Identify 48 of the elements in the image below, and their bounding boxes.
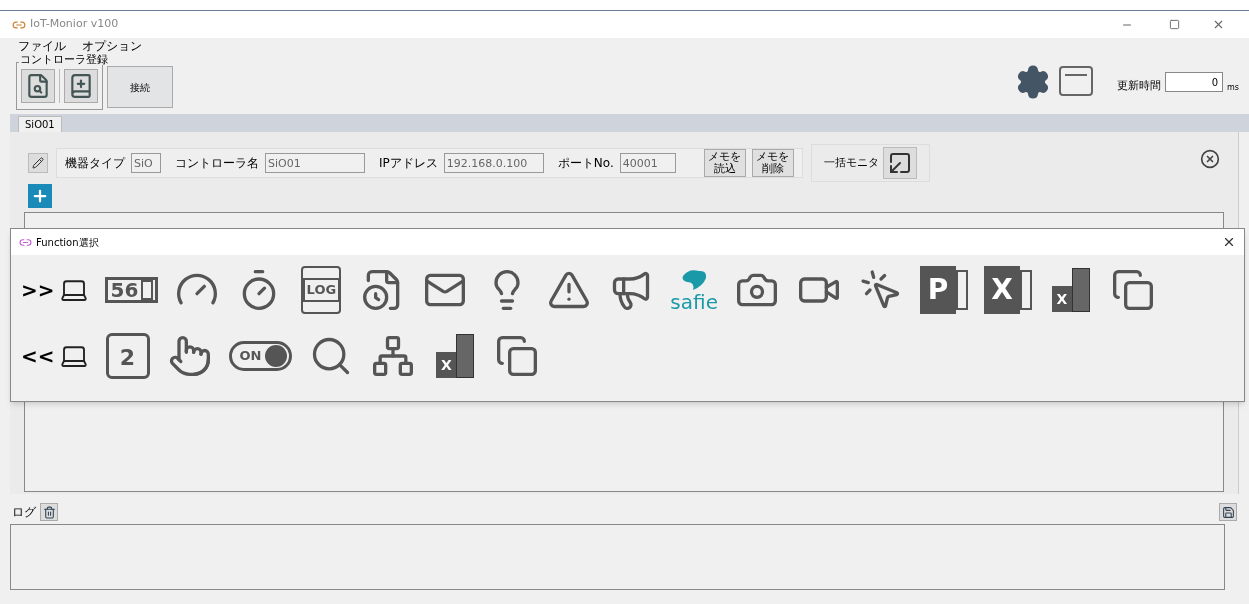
menu-item[interactable]: オプション bbox=[82, 37, 142, 55]
search-controller-button[interactable] bbox=[21, 69, 55, 103]
trash-icon bbox=[42, 505, 56, 519]
save-log-button[interactable] bbox=[1219, 503, 1237, 521]
book-spreadsheet-button[interactable]: X bbox=[428, 329, 483, 383]
add-controller-button[interactable] bbox=[64, 69, 98, 103]
on-switch-button[interactable]: ON bbox=[224, 329, 297, 383]
edit-button[interactable] bbox=[28, 153, 48, 173]
log-label: ログ bbox=[12, 504, 36, 521]
field-input[interactable]: SiO bbox=[131, 153, 161, 173]
close-panel-icon[interactable] bbox=[1200, 149, 1220, 169]
send-to-pc-button[interactable]: >> bbox=[17, 263, 93, 317]
field-input[interactable]: SiO01 bbox=[265, 153, 365, 173]
group-legend: コントローラ登録 bbox=[19, 54, 109, 65]
update-time-field[interactable]: 0 bbox=[1165, 72, 1224, 92]
field-label: 機器タイプ bbox=[65, 155, 125, 172]
field-input[interactable]: 40001 bbox=[619, 153, 676, 173]
text-window-icon[interactable] bbox=[1059, 66, 1094, 96]
unit-label: ms bbox=[1227, 82, 1239, 94]
field-label: ポートNo. bbox=[557, 155, 614, 172]
window-arrow-icon bbox=[887, 151, 912, 175]
memo-button[interactable]: メモを 読込 bbox=[703, 149, 746, 177]
add-button[interactable] bbox=[28, 184, 52, 208]
close-icon[interactable] bbox=[1222, 235, 1236, 249]
connect-button[interactable]: 接続 bbox=[107, 66, 173, 108]
copy-icon bbox=[1110, 268, 1155, 312]
field-label: コントローラ名 bbox=[175, 155, 259, 172]
dialog-title: Function選択 bbox=[36, 235, 99, 250]
save-icon bbox=[1221, 505, 1235, 519]
window-title: IoT-Monior v100 bbox=[30, 16, 119, 33]
plus-icon bbox=[31, 187, 49, 205]
bulk-monitor-label: 一括モニタ bbox=[823, 154, 879, 171]
close-icon[interactable] bbox=[1212, 18, 1225, 31]
maximize-icon[interactable] bbox=[1169, 19, 1180, 30]
spreadsheet-book-button[interactable]: X bbox=[1043, 263, 1098, 317]
memo-button[interactable]: メモを 削除 bbox=[751, 149, 794, 177]
field-input[interactable]: 192.168.0.100 bbox=[443, 153, 544, 173]
menu-item[interactable]: ファイル bbox=[18, 37, 66, 55]
tab[interactable]: SiO01 bbox=[18, 116, 62, 132]
tree-diagram-icon bbox=[371, 334, 416, 378]
hand-pointer-icon bbox=[167, 334, 212, 378]
clear-log-button[interactable] bbox=[40, 503, 58, 521]
field-label: IPアドレス bbox=[379, 155, 438, 172]
bulk-monitor-button[interactable] bbox=[882, 147, 917, 179]
counter-button[interactable]: 56 bbox=[100, 263, 163, 317]
receive-from-pc-button[interactable]: << bbox=[17, 329, 93, 383]
copy-icon bbox=[495, 334, 540, 378]
update-time-label: 更新時間 bbox=[1117, 78, 1162, 94]
